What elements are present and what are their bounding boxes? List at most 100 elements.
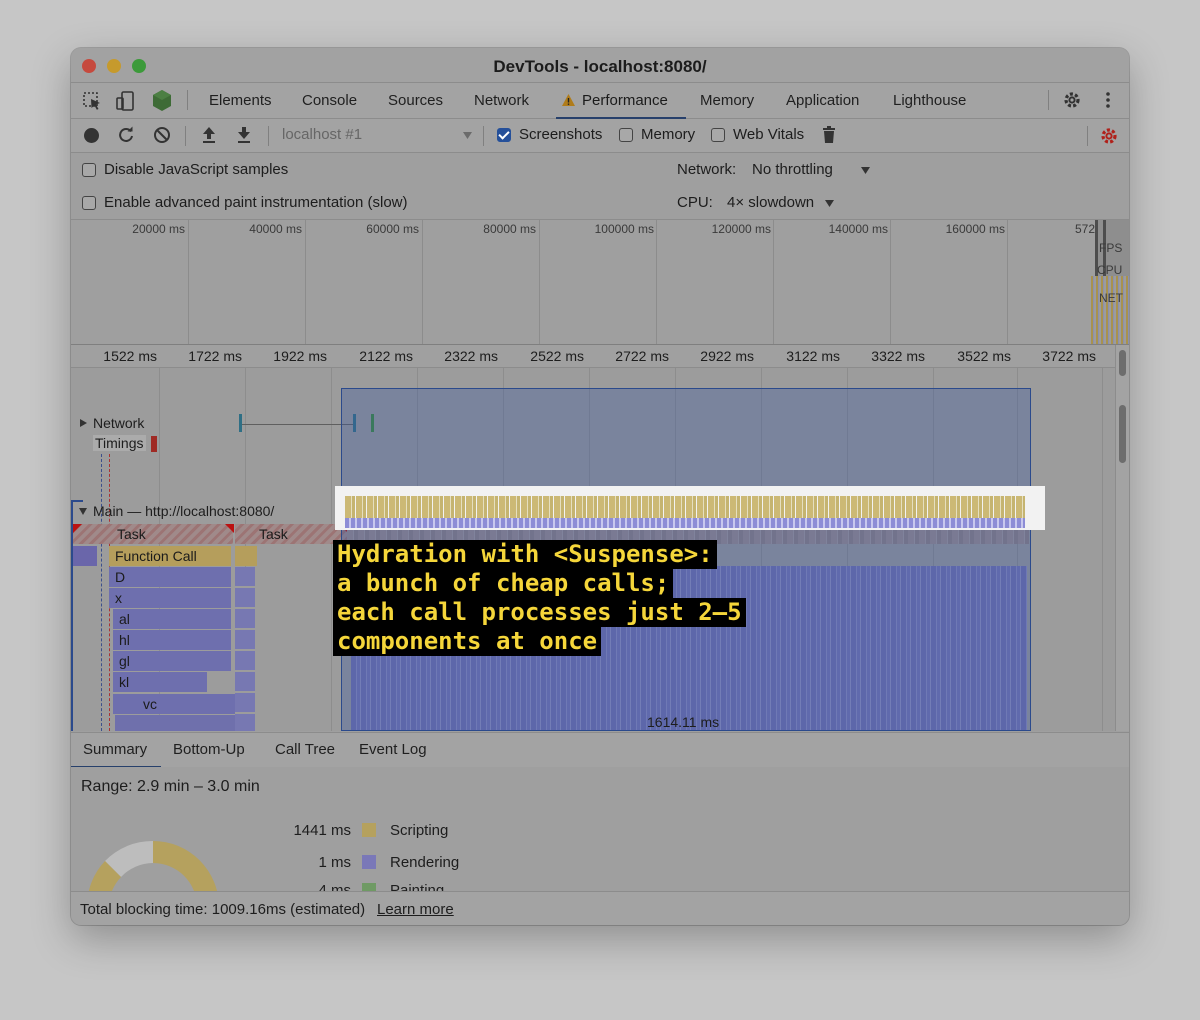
tab-memory[interactable]: Memory [700,92,754,109]
tab-summary[interactable]: Summary [83,741,147,758]
stack-frame-bar[interactable]: vc [113,694,235,714]
summary-row-label: Painting [390,882,445,891]
network-request-bar[interactable] [241,424,356,425]
summary-pie-chart [88,840,217,891]
scrollbar-thumb[interactable] [1119,405,1126,463]
annotation-callout: Hydration with <Suspense>: a bunch of ch… [333,540,746,656]
flame-chart-scrollbar[interactable] [1115,345,1129,731]
function-call-label: Function Call [115,548,197,564]
tab-lighthouse[interactable]: Lighthouse [893,92,966,109]
expand-network-icon[interactable] [79,418,88,428]
screenshots-checkbox[interactable] [497,128,511,142]
ruler-tick-label: 3522 ms [957,348,1011,364]
capture-settings-gear-icon[interactable] [1099,126,1119,146]
tab-network[interactable]: Network [474,92,529,109]
trash-icon[interactable] [822,125,836,145]
timing-dashed-line [101,454,102,731]
disable-js-samples-checkbox[interactable] [82,163,96,177]
scripting-swatch [362,823,376,837]
panel-tabs-bar: Elements Console Sources Network Perform… [71,83,1129,119]
stack-frame-label: vc [143,696,157,712]
fps-label: FPS [1099,241,1123,255]
ruler-tick-label: 2722 ms [615,348,669,364]
more-options-icon[interactable] [1103,90,1113,110]
timings-track-label[interactable]: Timings [93,435,146,451]
clear-icon[interactable] [153,126,171,144]
web-vitals-label: Web Vitals [733,126,805,143]
stack-frame-bar-deep[interactable] [115,715,255,731]
task-bar[interactable]: Task [73,524,233,544]
window-title: DevTools - localhost:8080/ [493,57,707,76]
flame-chart[interactable]: Network Timings Main — http://localhost:… [71,368,1115,731]
overview-tick-label: 120000 ms [711,222,771,236]
overview-gridline [890,220,891,344]
tab-elements[interactable]: Elements [209,92,272,109]
function-call-bar-left[interactable] [73,546,97,566]
highlighted-call-bars[interactable] [345,496,1025,518]
stack-frame-bar[interactable]: D [109,567,231,587]
overview-gridline [305,220,306,344]
tab-console[interactable]: Console [302,92,357,109]
stack-column-right[interactable] [235,567,255,731]
summary-row-label: Rendering [390,854,460,871]
stack-frame-bar[interactable]: gl [113,651,231,671]
timing-marker[interactable] [151,436,157,452]
ruler-tick-label: 1922 ms [273,348,327,364]
network-track-label[interactable]: Network [93,415,144,431]
tab-call-tree[interactable]: Call Tree [275,741,335,758]
tab-bottom-up[interactable]: Bottom-Up [173,741,245,758]
memory-checkbox[interactable] [619,128,633,142]
task-label: Task [117,526,146,542]
summary-pane: Range: 2.9 min – 3.0 min 1441 ms Scripti… [71,767,1129,891]
stack-frame-bar[interactable]: hl [113,630,231,650]
screenshots-label: Screenshots [519,126,603,143]
tab-performance[interactable]: Performance [582,92,668,109]
inspect-element-icon[interactable] [82,91,102,111]
enable-paint-checkbox[interactable] [82,196,96,210]
summary-row-value: 1 ms [318,854,351,871]
download-icon[interactable] [236,125,252,145]
task-bar[interactable]: Task [235,524,347,544]
disable-js-samples-label: Disable JavaScript samples [104,161,289,178]
scrollbar-thumb[interactable] [1119,350,1126,376]
gear-icon[interactable] [1062,90,1082,110]
vue-devtools-icon[interactable] [151,89,173,113]
overview-tick-label: 140000 ms [828,222,888,236]
summary-row-value: 4 ms [318,882,351,891]
chevron-down-icon[interactable] [824,199,835,208]
upload-icon[interactable] [201,125,217,145]
profile-select[interactable]: localhost #1 [282,126,362,143]
record-icon[interactable] [83,127,100,144]
reload-record-icon[interactable] [117,126,135,144]
network-request-marker[interactable] [239,414,242,432]
tab-event-log[interactable]: Event Log [359,741,427,758]
chevron-down-icon[interactable] [860,166,871,175]
device-toolbar-icon[interactable] [115,90,137,112]
ruler-tick-label: 2122 ms [359,348,413,364]
ruler-tick-label: 3122 ms [786,348,840,364]
capture-settings-pane: Disable JavaScript samples Enable advanc… [71,153,1129,220]
stack-frame-bar[interactable]: kl [113,672,207,692]
web-vitals-checkbox[interactable] [711,128,725,142]
cpu-throttle-select[interactable]: 4× slowdown [727,194,814,211]
time-ruler: 1522 ms 1722 ms 1922 ms 2122 ms 2322 ms … [71,345,1129,368]
tab-application[interactable]: Application [786,92,859,109]
stack-frame-bar[interactable]: al [113,609,231,629]
long-task-flag [225,524,234,533]
function-call-bar-small[interactable] [235,546,257,566]
ruler-tick-label: 1722 ms [188,348,242,364]
painting-swatch [362,883,376,891]
tab-sources[interactable]: Sources [388,92,443,109]
chevron-down-icon[interactable] [462,131,473,140]
main-track-label[interactable]: Main — http://localhost:8080/ [93,503,274,519]
total-blocking-time: Total blocking time: 1009.16ms (estimate… [80,901,366,918]
collapse-main-icon[interactable] [78,507,88,516]
ruler-tick-label: 2922 ms [700,348,754,364]
timeline-overview[interactable]: 20000 ms 40000 ms 60000 ms 80000 ms 1000… [71,220,1129,345]
stack-frame-bar[interactable]: x [109,588,231,608]
function-call-bar[interactable]: Function Call [109,546,231,566]
network-throttle-select[interactable]: No throttling [752,161,833,178]
highlighted-call-subbars[interactable] [345,518,1025,528]
cpu-activity-strip [1091,276,1129,344]
learn-more-link[interactable]: Learn more [377,901,454,918]
